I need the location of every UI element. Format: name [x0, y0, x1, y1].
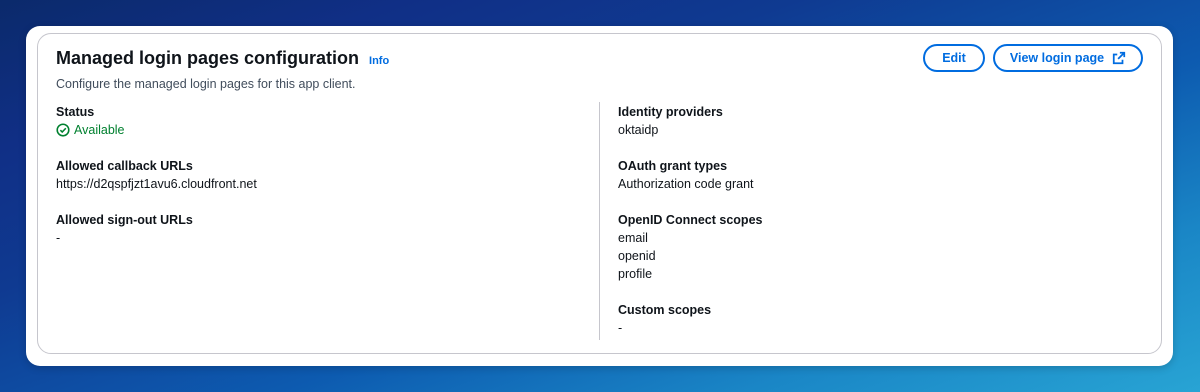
window-frame: Managed login pages configuration Info C…: [26, 26, 1173, 366]
oauth-grant-types-field: OAuth grant types Authorization code gra…: [618, 158, 1118, 193]
managed-login-config-panel: Managed login pages configuration Info C…: [37, 33, 1162, 354]
view-login-page-label: View login page: [1009, 51, 1105, 65]
info-link[interactable]: Info: [369, 55, 389, 67]
oidc-scopes-field: OpenID Connect scopes email openid profi…: [618, 212, 1118, 283]
view-login-page-button[interactable]: View login page: [993, 44, 1143, 72]
header-actions: Edit View login page: [923, 44, 1143, 72]
status-field: Status Available: [56, 104, 576, 139]
oauth-grant-types-label: OAuth grant types: [618, 159, 728, 173]
oauth-grant-types-value: Authorization code grant: [618, 177, 754, 191]
check-circle-icon: [56, 123, 70, 137]
left-column: Status Available Allowed callback URLs h…: [56, 104, 576, 266]
edit-button-label: Edit: [942, 51, 966, 65]
external-link-icon: [1112, 51, 1126, 65]
oidc-scope-item: email: [618, 231, 648, 245]
signout-urls-field: Allowed sign-out URLs -: [56, 212, 576, 247]
status-value-row: Available: [56, 121, 576, 139]
identity-providers-field: Identity providers oktaidp: [618, 104, 1118, 139]
signout-urls-value: -: [56, 231, 61, 245]
panel-title: Managed login pages configuration: [56, 48, 360, 68]
oidc-scopes-label: OpenID Connect scopes: [618, 213, 763, 227]
identity-providers-label: Identity providers: [618, 105, 723, 119]
status-value: Available: [74, 123, 125, 137]
column-divider: [599, 102, 600, 340]
custom-scopes-field: Custom scopes -: [618, 302, 1118, 337]
right-column: Identity providers oktaidp OAuth grant t…: [618, 104, 1118, 356]
identity-providers-value: oktaidp: [618, 123, 659, 137]
panel-description: Configure the managed login pages for th…: [56, 77, 356, 91]
panel-header: Managed login pages configuration Info: [56, 48, 389, 69]
callback-urls-label: Allowed callback URLs: [56, 159, 193, 173]
custom-scopes-label: Custom scopes: [618, 303, 712, 317]
signout-urls-label: Allowed sign-out URLs: [56, 213, 193, 227]
status-label: Status: [56, 105, 95, 119]
callback-urls-field: Allowed callback URLs https://d2qspfjzt1…: [56, 158, 576, 193]
edit-button[interactable]: Edit: [923, 44, 985, 72]
oidc-scope-item: openid: [618, 249, 656, 263]
callback-urls-value: https://d2qspfjzt1avu6.cloudfront.net: [56, 177, 257, 191]
custom-scopes-value: -: [618, 321, 623, 335]
oidc-scope-item: profile: [618, 267, 653, 281]
